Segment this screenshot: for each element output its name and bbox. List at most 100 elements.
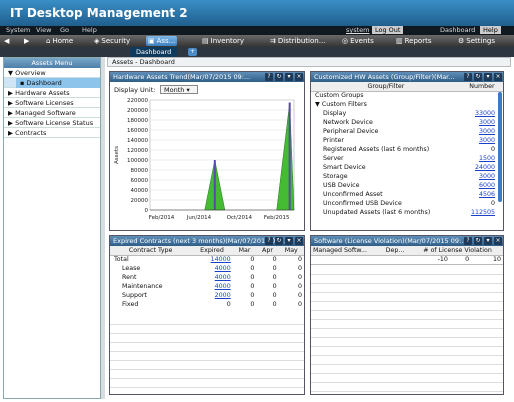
help-icon[interactable]: ? — [265, 237, 273, 245]
software-licenses-label: Software Licenses — [15, 99, 74, 107]
contract-value-cell: 0 — [250, 283, 255, 290]
contract-type-cell: Rent — [122, 274, 137, 281]
table-row: Smart Device 24000 — [311, 163, 503, 172]
y-tick-label: 120000 — [127, 148, 148, 154]
app-window: IT Desktop Management 2 System View Go H… — [0, 0, 514, 402]
sidebar-item-dashboard[interactable]: ▪ Dashboard — [4, 78, 100, 88]
hw-assets-title: Customized HW Assets (Group/Filter)(Mar.… — [314, 73, 455, 81]
refresh-icon[interactable]: ↻ — [474, 73, 482, 81]
contract-value-cell: 0 — [297, 301, 302, 308]
toolbar-events[interactable]: ◎ Events — [340, 36, 376, 46]
hw-row-label: Unupdated Assets (last 6 months) — [323, 209, 431, 216]
contract-value-cell[interactable]: 4000 — [191, 282, 232, 291]
contracts-col-header: May — [284, 246, 298, 254]
tab-strip: Dashboard + — [0, 47, 514, 57]
y-tick-label: 60000 — [131, 178, 149, 184]
collapse-icon[interactable]: ▾ — [484, 237, 492, 245]
panel-splitter[interactable] — [101, 57, 105, 399]
close-icon[interactable]: × — [494, 237, 502, 245]
contract-value-cell[interactable]: 4000 — [191, 264, 232, 273]
sidebar-item-license-status[interactable]: ▶ Software License Status — [4, 118, 100, 128]
y-tick-label: 80000 — [131, 168, 149, 174]
x-tick-label: Feb/2014 — [149, 215, 175, 221]
toolbar-security[interactable]: ◈ Security — [92, 36, 132, 46]
table-row: Peripheral Device 3000 — [311, 127, 503, 136]
sidebar-item-managed-software[interactable]: ▶ Managed Software — [4, 108, 100, 118]
hw-row-value[interactable]: 6000 — [461, 181, 503, 190]
violation-pane: Software (License Violation)(Mar/07/2015… — [310, 235, 504, 395]
logout-button[interactable]: Log Out — [372, 26, 404, 34]
contracts-table: Contract Type Expired Mar Apr May Total 14000… — [110, 246, 304, 309]
home-label: Home — [52, 37, 74, 45]
help-button[interactable]: Help — [480, 26, 501, 34]
contract-value-cell[interactable]: 14000 — [191, 255, 232, 264]
close-icon[interactable]: × — [295, 237, 303, 245]
back-button[interactable]: ◀ — [2, 36, 11, 46]
close-icon[interactable]: × — [295, 73, 303, 81]
hw-row-value[interactable]: 33000 — [461, 109, 503, 118]
add-tab-icon[interactable]: + — [188, 48, 197, 56]
toolbar-inventory[interactable]: ▤ Inventory — [200, 36, 246, 46]
toolbar-assets[interactable]: ▣ Ass... — [146, 36, 178, 46]
hw-row-value[interactable]: 24000 — [461, 163, 503, 172]
contracts-col-header: Expired — [200, 246, 224, 254]
contract-value-cell: 0 — [272, 301, 277, 308]
hw-row-value[interactable]: 112505 — [461, 208, 503, 217]
hw-scrollbar[interactable] — [498, 92, 502, 202]
hw-row-value[interactable]: 3000 — [461, 127, 503, 136]
help-icon[interactable]: ? — [464, 73, 472, 81]
help-icon[interactable]: ? — [265, 73, 273, 81]
inventory-icon: ▤ — [202, 37, 209, 45]
hw-row-label: Display — [323, 110, 347, 117]
contract-value-cell: 0 — [272, 283, 277, 290]
col-managed-software: Managed Softw... — [313, 246, 368, 254]
col-number: Number — [469, 82, 495, 90]
table-row: Storage 3000 — [311, 172, 503, 181]
menu-go[interactable]: Go — [60, 26, 69, 34]
hw-row-label: Registered Assets (last 6 months) — [323, 146, 430, 153]
y-tick-label: 180000 — [127, 118, 148, 124]
x-tick-label: Jun/2014 — [186, 215, 212, 221]
hw-row-value[interactable]: 3000 — [461, 136, 503, 145]
menu-help[interactable]: Help — [82, 26, 97, 34]
contracts-label: Contracts — [15, 129, 47, 137]
close-icon[interactable]: × — [494, 73, 502, 81]
contract-value-cell[interactable]: 2000 — [191, 291, 232, 300]
dashboard-link[interactable]: Dashboard — [440, 26, 475, 34]
toolbar-home[interactable]: ⌂ Home — [44, 36, 75, 46]
hw-row-value[interactable]: 1500 — [461, 154, 503, 163]
toolbar-distribution[interactable]: ⇉ Distribution... — [268, 36, 327, 46]
hw-trend-title: Hardware Assets Trend(Mar/07/2015 09:... — [113, 73, 251, 81]
contract-value-cell: 0 — [297, 274, 302, 281]
hw-row-value[interactable]: 3000 — [461, 172, 503, 181]
sidebar-item-overview[interactable]: ▼ Overview — [4, 68, 100, 78]
collapse-icon[interactable]: ▾ — [285, 73, 293, 81]
refresh-icon[interactable]: ↻ — [275, 237, 283, 245]
hw-row-value[interactable]: 3000 — [461, 118, 503, 127]
forward-button[interactable]: ▶ — [22, 36, 31, 46]
toolbar-reports[interactable]: ▥ Reports — [394, 36, 433, 46]
menu-view[interactable]: View — [36, 26, 51, 34]
toolbar-settings[interactable]: ⚙ Settings — [456, 36, 497, 46]
col-group-filter: Group/Filter — [367, 82, 405, 90]
refresh-icon[interactable]: ↻ — [474, 237, 482, 245]
help-icon[interactable]: ? — [464, 237, 472, 245]
user-name: system — [346, 26, 370, 34]
table-row: Custom Groups — [311, 91, 503, 100]
hw-trend-chart: 0 20000 40000 60000 80000 100000 120000 140000 1… — [114, 98, 295, 221]
collapse-icon[interactable]: ▾ — [285, 237, 293, 245]
sidebar-item-hardware-assets[interactable]: ▶ Hardware Assets — [4, 88, 100, 98]
hw-row-label: Storage — [323, 173, 348, 180]
collapse-icon[interactable]: ▾ — [484, 73, 492, 81]
sidebar-item-contracts[interactable]: ▶ Contracts — [4, 128, 100, 138]
menu-system[interactable]: System — [6, 26, 30, 34]
back-arrow-icon: ◀ — [4, 37, 10, 45]
refresh-icon[interactable]: ↻ — [275, 73, 283, 81]
contract-value-cell[interactable]: 4000 — [191, 273, 232, 282]
tab-dashboard[interactable]: Dashboard — [130, 47, 178, 57]
y-tick-label: 220000 — [127, 98, 148, 104]
scale-min: -10 — [437, 256, 448, 263]
hw-row-value[interactable]: 4506 — [461, 190, 503, 199]
sidebar-item-software-licenses[interactable]: ▶ Software Licenses — [4, 98, 100, 108]
display-unit-select[interactable]: Month ▾ — [160, 85, 198, 94]
